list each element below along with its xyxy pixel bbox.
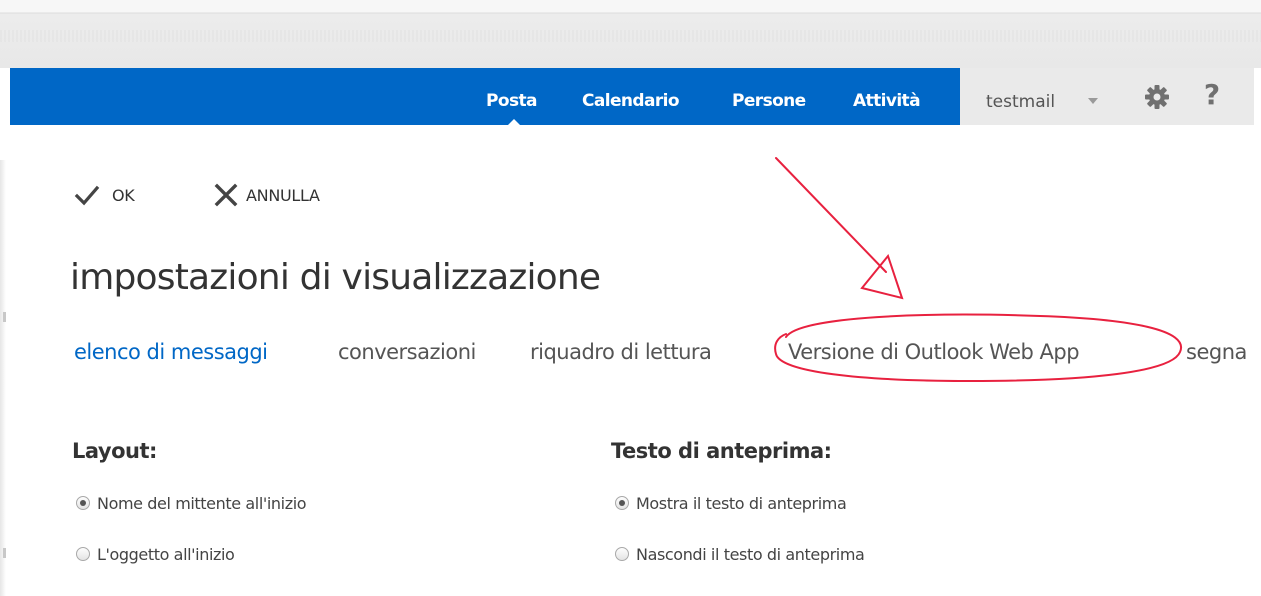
layout-heading: Layout: xyxy=(72,439,157,463)
right-edge xyxy=(1254,68,1261,125)
gear-icon-graphic xyxy=(1145,85,1169,109)
browser-chrome-strip xyxy=(0,0,1261,68)
radio-label: Nome del mittente all'inizio xyxy=(97,493,307,513)
annotation-arrow-shaft xyxy=(775,157,887,273)
ok-label: OK xyxy=(112,185,135,205)
cancel-label: ANNULLA xyxy=(246,185,320,205)
radio-sender-first[interactable]: Nome del mittente all'inizio xyxy=(76,491,307,515)
radio-button-checked[interactable] xyxy=(615,496,629,510)
annotation-arrow-head xyxy=(860,253,904,300)
radio-show-preview[interactable]: Mostra il testo di anteprima xyxy=(615,491,847,515)
nav-tab-posta[interactable]: Posta xyxy=(486,68,537,125)
page-title: impostazioni di visualizzazione xyxy=(70,257,601,298)
outlook-web-app-page: Posta Calendario Persone Attività testma… xyxy=(0,0,1261,596)
subtab-riquadro-di-lettura[interactable]: riquadro di lettura xyxy=(530,332,712,372)
radio-label: Mostra il testo di anteprima xyxy=(636,493,847,513)
top-navigation-bar: Posta Calendario Persone Attività xyxy=(10,68,960,125)
radio-hide-preview[interactable]: Nascondi il testo di anteprima xyxy=(615,542,865,566)
close-icon xyxy=(213,182,239,208)
nav-tab-persone[interactable]: Persone xyxy=(732,68,806,125)
radio-label: L'oggetto all'inizio xyxy=(97,544,235,564)
checkmark-icon xyxy=(74,182,100,208)
cancel-button[interactable]: ANNULLA xyxy=(213,180,320,210)
chevron-down-icon[interactable] xyxy=(1088,98,1098,104)
gear-icon[interactable] xyxy=(1143,83,1171,111)
radio-button[interactable] xyxy=(76,547,90,561)
left-edge-panel xyxy=(0,160,6,596)
nav-tab-attivita[interactable]: Attività xyxy=(853,68,921,125)
radio-subject-first[interactable]: L'oggetto all'inizio xyxy=(76,542,235,566)
active-tab-indicator xyxy=(508,119,520,125)
nav-tab-calendario[interactable]: Calendario xyxy=(582,68,680,125)
subtab-segna[interactable]: segna xyxy=(1186,332,1247,372)
user-menu[interactable]: testmail xyxy=(986,68,1055,125)
preview-text-heading: Testo di anteprima: xyxy=(611,439,832,463)
radio-label: Nascondi il testo di anteprima xyxy=(636,544,865,564)
radio-button-checked[interactable] xyxy=(76,496,90,510)
radio-button[interactable] xyxy=(615,547,629,561)
subtab-elenco-di-messaggi[interactable]: elenco di messaggi xyxy=(74,332,268,372)
subtab-versione-outlook-web-app[interactable]: Versione di Outlook Web App xyxy=(788,332,1080,372)
subtab-conversazioni[interactable]: conversazioni xyxy=(338,332,476,372)
left-edge-mark xyxy=(3,548,6,558)
left-edge-mark xyxy=(3,312,6,322)
ok-button[interactable]: OK xyxy=(74,180,135,210)
help-icon[interactable]: ? xyxy=(1200,78,1224,112)
